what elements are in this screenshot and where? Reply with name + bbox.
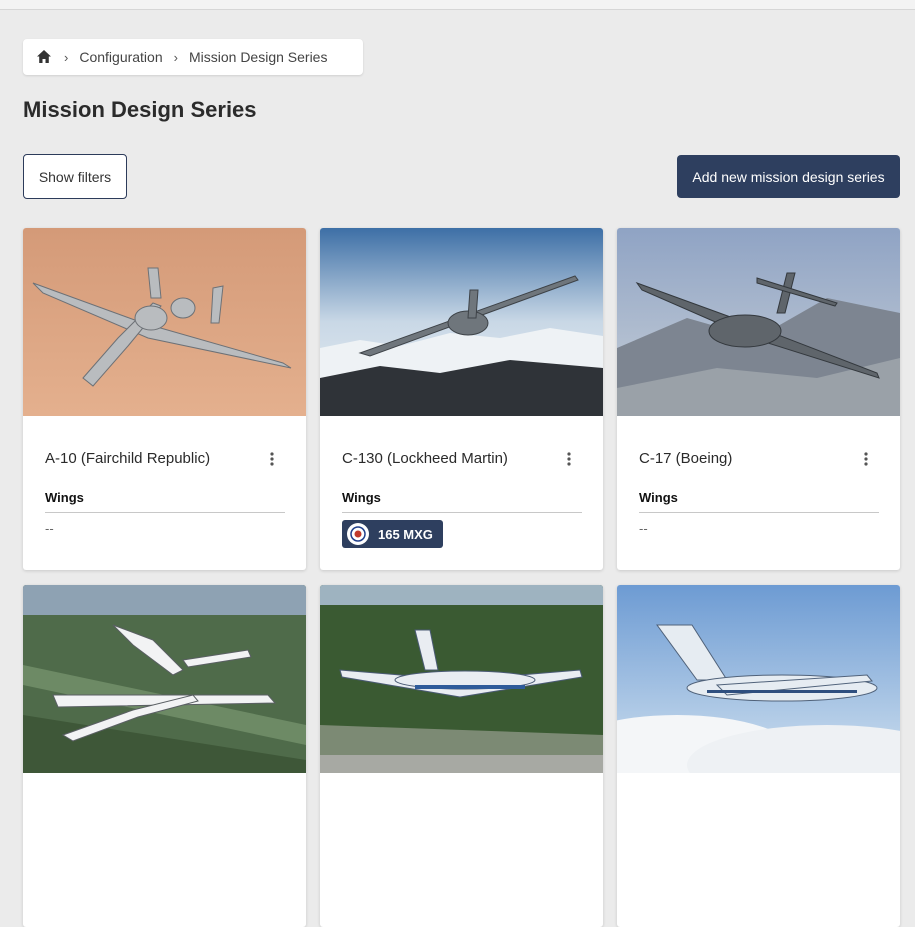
aircraft-image <box>320 585 603 773</box>
wing-badge-label: 165 MXG <box>378 526 433 542</box>
page-title: Mission Design Series <box>23 97 257 122</box>
mds-card[interactable] <box>320 585 603 927</box>
aircraft-image <box>617 228 900 416</box>
wings-empty-value: -- <box>45 521 54 536</box>
divider <box>639 512 879 513</box>
add-mission-design-series-button[interactable]: Add new mission design series <box>677 155 900 198</box>
more-options-icon[interactable] <box>558 448 580 470</box>
aircraft-image <box>320 228 603 416</box>
divider <box>342 512 582 513</box>
wings-empty-value: -- <box>639 521 648 536</box>
divider <box>45 512 285 513</box>
home-icon[interactable] <box>35 48 53 66</box>
breadcrumb: › Configuration › Mission Design Series <box>23 39 363 75</box>
wing-badge[interactable]: 165 MXG <box>342 520 443 548</box>
wings-label: Wings <box>342 490 381 505</box>
breadcrumb-item-configuration[interactable]: Configuration <box>79 49 162 65</box>
wing-emblem-icon <box>347 523 369 545</box>
mds-name: C-17 (Boeing) <box>639 450 733 467</box>
mds-card[interactable]: C-130 (Lockheed Martin) Wings 165 MXG <box>320 228 603 570</box>
aircraft-image <box>617 585 900 773</box>
wings-label: Wings <box>639 490 678 505</box>
mds-card[interactable]: C-17 (Boeing) Wings -- <box>617 228 900 570</box>
mds-card[interactable] <box>23 585 306 927</box>
aircraft-image <box>23 228 306 416</box>
breadcrumb-item-current: Mission Design Series <box>188 49 328 65</box>
mds-card[interactable] <box>617 585 900 927</box>
chevron-right-icon: › <box>64 49 69 65</box>
aircraft-image <box>23 585 306 773</box>
more-options-icon[interactable] <box>855 448 877 470</box>
more-options-icon[interactable] <box>261 448 283 470</box>
show-filters-button[interactable]: Show filters <box>23 154 127 199</box>
mds-card[interactable]: A-10 (Fairchild Republic) Wings -- <box>23 228 306 570</box>
mds-name: A-10 (Fairchild Republic) <box>45 450 211 467</box>
wings-label: Wings <box>45 490 84 505</box>
top-bar <box>0 0 915 10</box>
mds-name: C-130 (Lockheed Martin) <box>342 450 508 467</box>
chevron-right-icon: › <box>173 49 178 65</box>
